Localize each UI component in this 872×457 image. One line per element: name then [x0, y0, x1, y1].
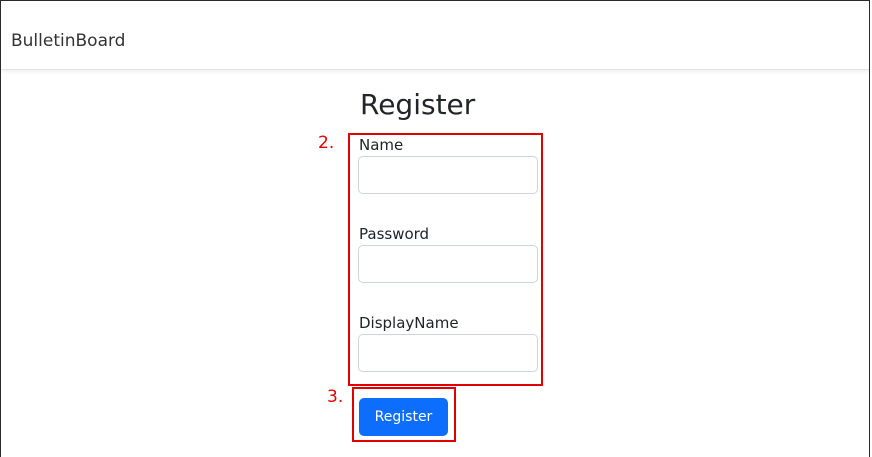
navbar-brand-link[interactable]: BulletinBoard	[11, 31, 125, 51]
register-button[interactable]: Register	[359, 398, 448, 436]
navbar: BulletinBoard	[1, 1, 869, 70]
name-label: Name	[359, 136, 404, 154]
display-name-label: DisplayName	[359, 314, 459, 332]
password-label: Password	[359, 225, 430, 243]
password-input[interactable]	[358, 245, 538, 283]
name-input[interactable]	[358, 156, 538, 194]
display-name-input[interactable]	[358, 334, 538, 372]
page-title: Register	[360, 88, 476, 121]
annotation-marker-3: 3.	[327, 387, 344, 407]
annotation-marker-2: 2.	[318, 133, 335, 153]
